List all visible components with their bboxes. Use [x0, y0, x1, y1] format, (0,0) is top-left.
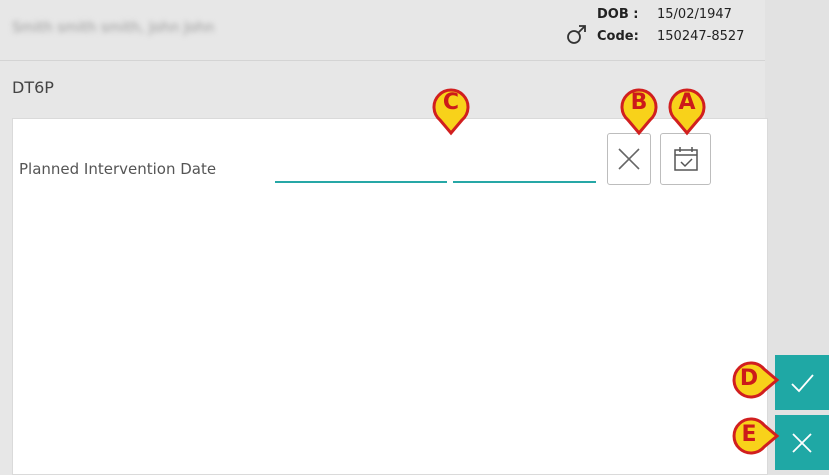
patient-id-block: DOB : 15/02/1947 Code: 150247-8527	[597, 4, 744, 48]
form-panel: Planned Intervention Date	[12, 118, 768, 475]
header-divider	[0, 60, 765, 61]
close-icon	[618, 148, 640, 170]
callout-d: D	[730, 359, 780, 409]
calendar-button[interactable]	[660, 133, 711, 185]
confirm-button[interactable]	[775, 355, 829, 410]
check-icon	[791, 373, 814, 392]
patient-header: Smith smith smith, John John DOB : 15/02/…	[0, 0, 765, 60]
planned-intervention-date-label: Planned Intervention Date	[19, 160, 217, 178]
dob-label: DOB :	[597, 7, 639, 22]
close-icon	[792, 432, 812, 453]
callout-e-letter: E	[741, 422, 757, 447]
callout-c-letter: C	[442, 90, 460, 115]
callout-b: B	[618, 86, 660, 136]
patient-name: Smith smith smith, John John	[12, 20, 215, 36]
date-input[interactable]	[275, 181, 447, 183]
male-icon	[565, 22, 589, 50]
callout-e: E	[730, 415, 780, 465]
clear-date-button[interactable]	[607, 133, 651, 185]
code-label: Code:	[597, 29, 639, 44]
time-input[interactable]	[453, 181, 596, 183]
form-title: DT6P	[12, 78, 54, 97]
callout-b-letter: B	[630, 90, 648, 115]
callout-d-letter: D	[739, 366, 759, 391]
callout-c: C	[430, 86, 472, 136]
cancel-button[interactable]	[775, 415, 829, 470]
calendar-check-icon	[673, 147, 698, 171]
code-value: 150247-8527	[657, 29, 745, 44]
callout-a: A	[666, 86, 708, 136]
callout-a-letter: A	[678, 90, 696, 115]
dob-value: 15/02/1947	[657, 7, 732, 22]
